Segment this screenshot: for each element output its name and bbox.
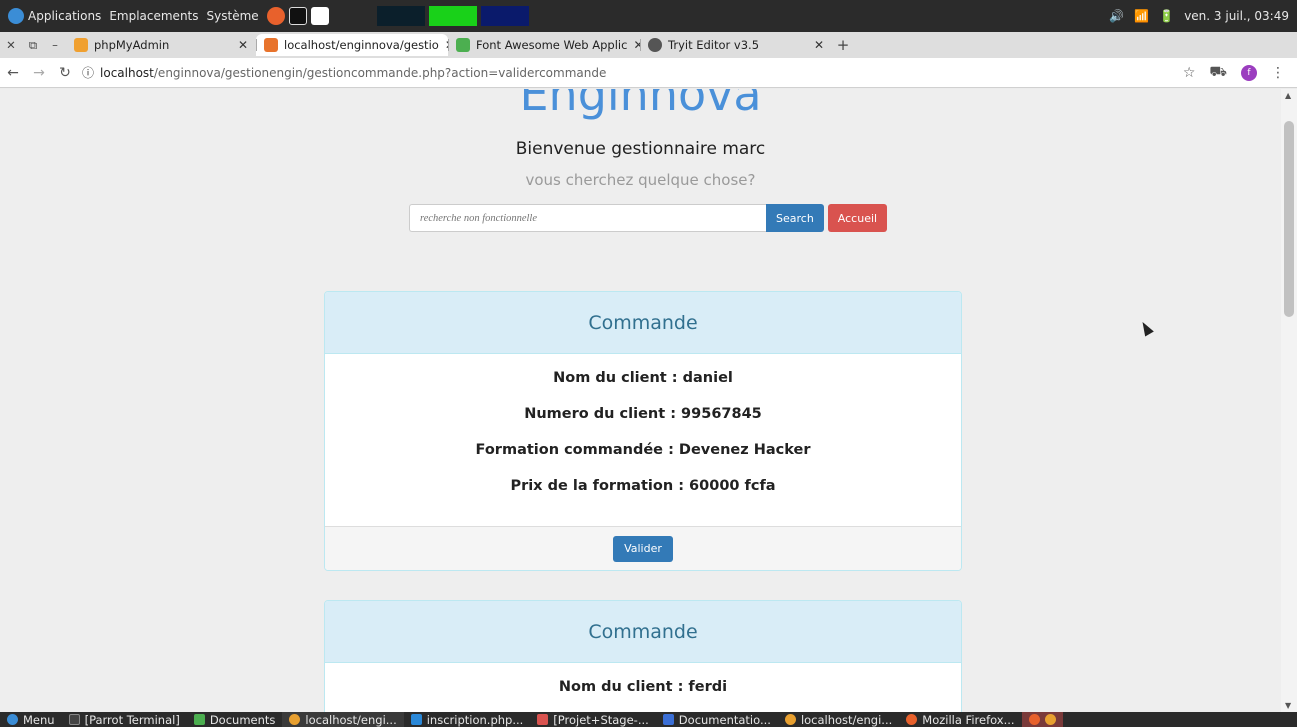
tab-strip: ✕ ⧉ – phpMyAdmin ✕ localhost/enginnova/g… bbox=[0, 32, 1297, 58]
menu-emplacements[interactable]: Emplacements bbox=[109, 9, 198, 23]
order-panel-body: Nom du client : ferdi bbox=[325, 663, 961, 712]
tab-tryit[interactable]: Tryit Editor v3.5 ✕ bbox=[640, 34, 832, 56]
taskbar-extra[interactable] bbox=[1021, 712, 1063, 727]
taskbar-documentation[interactable]: Documentatio... bbox=[656, 712, 778, 727]
menu-applications[interactable]: Applications bbox=[28, 9, 101, 23]
minimize-window-icon[interactable]: – bbox=[44, 38, 66, 52]
back-arrow-icon[interactable]: ← bbox=[0, 65, 26, 81]
welcome-heading: Bienvenue gestionnaire marc bbox=[515, 139, 766, 159]
taskbar-chrome-localhost-2[interactable]: localhost/engi... bbox=[778, 712, 899, 727]
info-icon[interactable]: ⓘ bbox=[82, 64, 94, 81]
home-button[interactable]: Accueil bbox=[827, 204, 888, 232]
new-tab-button[interactable]: + bbox=[832, 36, 854, 54]
client-name: Nom du client : daniel bbox=[553, 370, 733, 386]
close-tab-icon[interactable]: ✕ bbox=[238, 38, 248, 52]
url-field[interactable]: ⓘ localhost/enginnova/gestionengin/gesti… bbox=[82, 64, 606, 81]
chrome-icon bbox=[784, 714, 796, 725]
vscode-icon bbox=[410, 714, 422, 725]
volume-icon[interactable]: 🔊 bbox=[1109, 9, 1124, 23]
order-panel-heading: Commande bbox=[325, 601, 961, 663]
terminal-icon bbox=[68, 714, 80, 725]
taskbar-firefox[interactable]: Mozilla Firefox... bbox=[899, 712, 1021, 727]
tab-localhost[interactable]: localhost/enginnova/gestio ✕ bbox=[256, 34, 448, 56]
course-price: Prix de la formation : 60000 fcfa bbox=[510, 478, 776, 494]
taskbar-terminal[interactable]: [Parrot Terminal] bbox=[62, 712, 187, 727]
validate-order-button[interactable]: Valider bbox=[613, 535, 673, 562]
tab-label: Tryit Editor v3.5 bbox=[668, 38, 760, 52]
localhost-favicon-icon bbox=[264, 38, 278, 52]
w3schools-favicon-icon bbox=[456, 38, 470, 52]
tab-phpmyadmin[interactable]: phpMyAdmin ✕ bbox=[66, 34, 256, 56]
firefox-icon bbox=[906, 714, 918, 725]
scrollbar-thumb[interactable] bbox=[1284, 121, 1294, 317]
search-bar: Search Accueil bbox=[409, 204, 888, 232]
search-button[interactable]: Search bbox=[766, 204, 824, 232]
order-panel: Commande Nom du client : ferdi bbox=[324, 600, 962, 712]
app-icon bbox=[1028, 714, 1040, 725]
kebab-menu-icon[interactable]: ⋮ bbox=[1271, 65, 1285, 81]
pdf-icon bbox=[537, 714, 549, 725]
taskbar-chrome-localhost[interactable]: localhost/engi... bbox=[282, 712, 404, 727]
toolbar-right: ☆ ⛟ f ⋮ bbox=[1183, 64, 1297, 82]
profile-avatar[interactable]: f bbox=[1241, 64, 1257, 81]
close-window-icon[interactable]: ✕ bbox=[0, 38, 22, 52]
extension-icon[interactable]: ⛟ bbox=[1209, 64, 1227, 82]
close-tab-icon[interactable]: ✕ bbox=[814, 38, 824, 52]
parrot-menu-icon bbox=[7, 714, 18, 725]
tab-label: phpMyAdmin bbox=[94, 38, 170, 52]
order-panel-footer: Valider bbox=[325, 526, 961, 570]
tab-label: localhost/enginnova/gestio bbox=[284, 38, 439, 52]
os-top-panel: Applications Emplacements Système 🔊 📶 🔋 … bbox=[0, 0, 1297, 32]
chrome-icon bbox=[1044, 714, 1056, 725]
mouse-cursor-icon bbox=[1138, 319, 1154, 337]
order-panel-heading: Commande bbox=[325, 292, 961, 354]
tab-label: Font Awesome Web Applic bbox=[476, 38, 628, 52]
taskbar-menu[interactable]: Menu bbox=[0, 712, 62, 727]
folder-icon bbox=[193, 714, 205, 725]
url-path: /enginnova/gestionengin/gestioncommande.… bbox=[153, 65, 607, 80]
page-scrollbar[interactable]: ▲ ▼ bbox=[1281, 89, 1297, 712]
wifi-icon[interactable]: 📶 bbox=[1134, 9, 1149, 23]
menu-systeme[interactable]: Système bbox=[207, 9, 259, 23]
taskbar-documents[interactable]: Documents bbox=[187, 712, 283, 727]
document-icon bbox=[662, 714, 674, 725]
scroll-down-arrow-icon[interactable]: ▼ bbox=[1285, 701, 1291, 710]
address-bar: ← → ↻ ⓘ localhost/enginnova/gestionengin… bbox=[0, 58, 1297, 88]
url-host: localhost bbox=[100, 65, 154, 80]
restore-window-icon[interactable]: ⧉ bbox=[22, 38, 44, 53]
chrome-icon bbox=[289, 714, 301, 725]
page-viewport: Enginnova Bienvenue gestionnaire marc vo… bbox=[0, 89, 1281, 712]
forward-arrow-icon[interactable]: → bbox=[26, 65, 52, 81]
firefox-launcher-icon[interactable] bbox=[266, 7, 285, 25]
ordered-course: Formation commandée : Devenez Hacker bbox=[475, 442, 811, 458]
bookmark-star-icon[interactable]: ☆ bbox=[1183, 65, 1196, 81]
document-launcher-icon[interactable] bbox=[310, 7, 329, 25]
os-taskbar: Menu [Parrot Terminal] Documents localho… bbox=[0, 712, 1297, 727]
order-panel-body: Nom du client : daniel Numero du client … bbox=[325, 354, 961, 526]
tab-font-awesome[interactable]: Font Awesome Web Applic ✕ bbox=[448, 34, 640, 56]
reload-icon[interactable]: ↻ bbox=[52, 65, 78, 81]
terminal-launcher-icon[interactable] bbox=[288, 7, 307, 25]
scroll-up-arrow-icon[interactable]: ▲ bbox=[1285, 91, 1291, 100]
battery-icon[interactable]: 🔋 bbox=[1159, 9, 1174, 23]
brand-title: Enginnova bbox=[519, 89, 762, 121]
globe-favicon-icon bbox=[648, 38, 662, 52]
clock[interactable]: ven. 3 juil., 03:49 bbox=[1184, 9, 1289, 23]
search-input[interactable] bbox=[409, 204, 766, 232]
client-name: Nom du client : ferdi bbox=[558, 679, 728, 695]
taskbar-pdf[interactable]: [Projet+Stage-... bbox=[530, 712, 656, 727]
system-tray: 🔊 📶 🔋 ven. 3 juil., 03:49 bbox=[1109, 9, 1297, 23]
taskbar-vscode[interactable]: inscription.php... bbox=[404, 712, 531, 727]
client-number: Numero du client : 99567845 bbox=[524, 406, 762, 422]
network-graph-icon bbox=[480, 6, 529, 26]
order-panel: Commande Nom du client : daniel Numero d… bbox=[324, 291, 962, 571]
memory-graph-icon bbox=[428, 6, 477, 26]
phpmyadmin-favicon-icon bbox=[74, 38, 88, 52]
cpu-graph-icon bbox=[376, 6, 425, 26]
search-prompt: vous cherchez quelque chose? bbox=[525, 171, 756, 189]
parrot-logo-icon[interactable] bbox=[8, 8, 24, 24]
